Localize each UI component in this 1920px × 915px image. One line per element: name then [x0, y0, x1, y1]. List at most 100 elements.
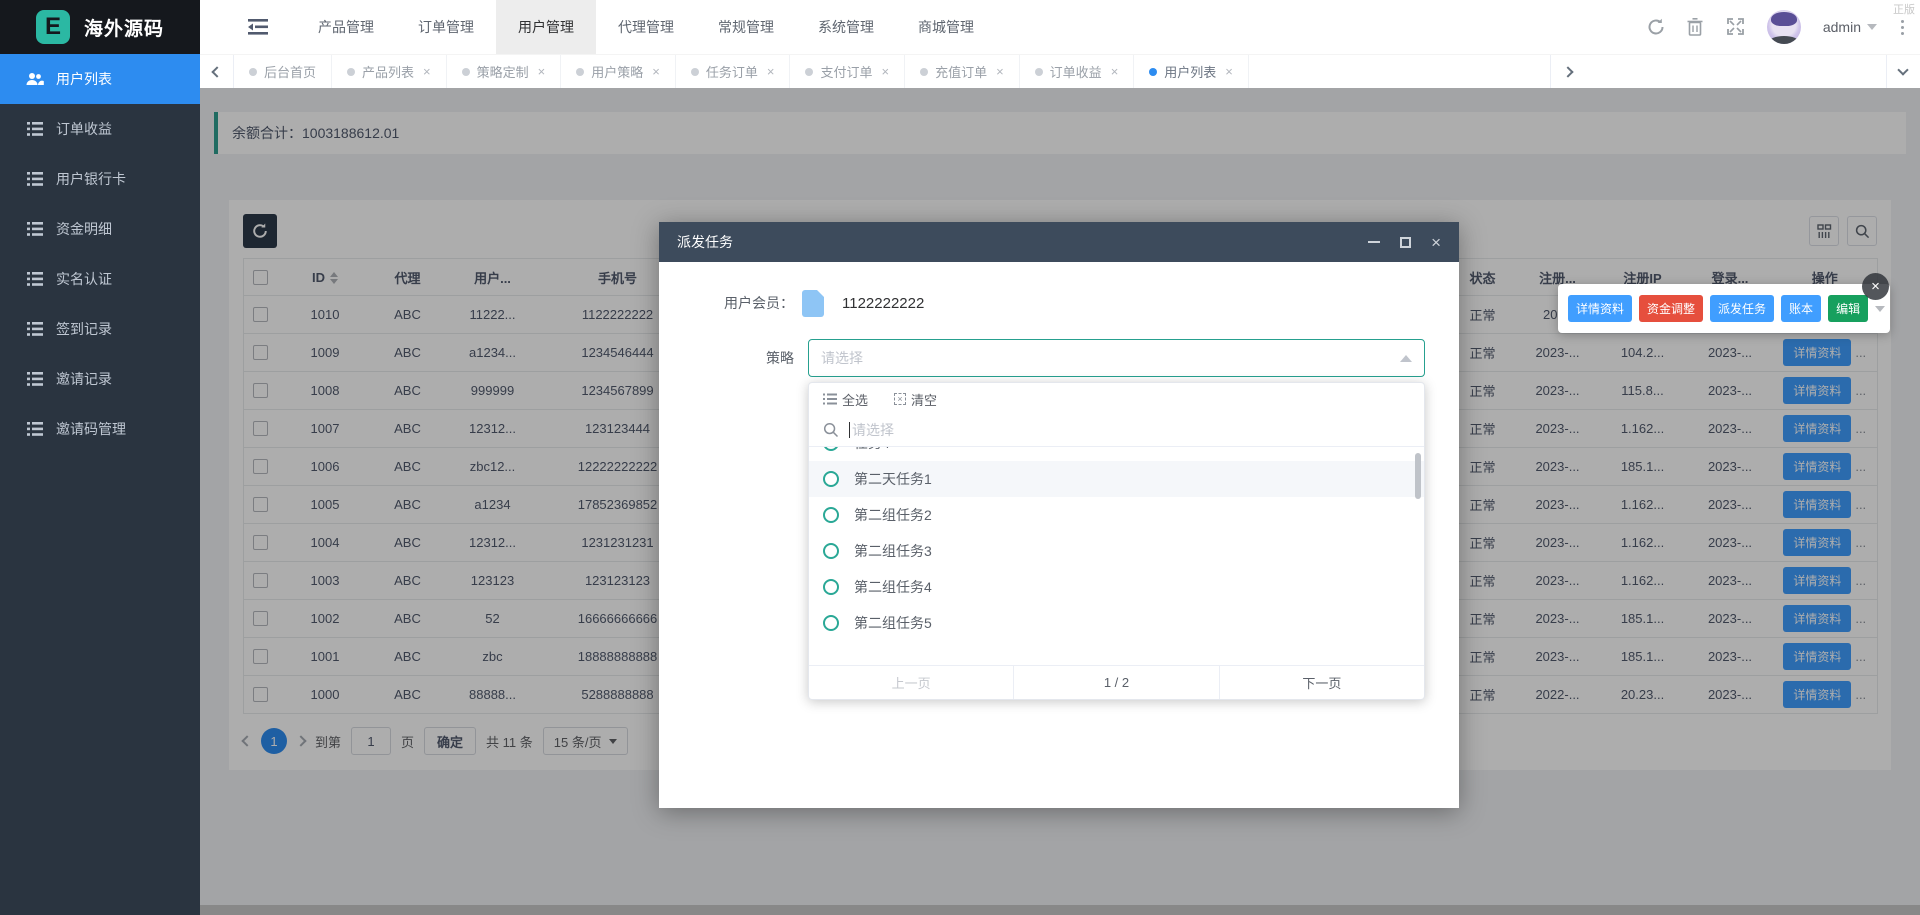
tab-close-icon[interactable]: ×: [1225, 64, 1233, 79]
dropdown-search[interactable]: 请选择: [809, 413, 1424, 447]
main-menu-item-label: 订单管理: [418, 17, 474, 37]
dropdown-pagination: 上一页 1 / 2 下一页: [809, 665, 1424, 699]
user-menu[interactable]: admin: [1823, 19, 1877, 35]
select-all-action[interactable]: 全选: [823, 390, 868, 409]
tabs-prev-button[interactable]: [200, 55, 234, 88]
detail-button[interactable]: 详情资料: [1568, 295, 1632, 322]
tab-label: 策略定制: [477, 62, 529, 81]
main-menu-item-label: 系统管理: [818, 17, 874, 37]
main-menu-item[interactable]: 代理管理: [596, 0, 696, 54]
tabs-next-button[interactable]: [1550, 55, 1584, 88]
tab-dot: [920, 68, 928, 76]
tab-dot: [249, 68, 257, 76]
main-menu-item[interactable]: 订单管理: [396, 0, 496, 54]
option-label: 第二组任务5: [854, 613, 932, 633]
dropdown-prev-button[interactable]: 上一页: [809, 666, 1014, 699]
dropdown-scrollbar[interactable]: [1415, 453, 1421, 499]
radio-icon[interactable]: [823, 543, 839, 559]
minimize-icon[interactable]: [1368, 241, 1380, 243]
sidebar: E 海外源码 用户列表 订单收益 用户银行卡 资金明细 实名认证: [0, 0, 200, 915]
avatar[interactable]: [1767, 10, 1801, 44]
radio-icon[interactable]: [823, 615, 839, 631]
edit-button[interactable]: 编辑: [1828, 295, 1868, 322]
tab-label: 任务订单: [706, 62, 758, 81]
modal-title: 派发任务: [677, 232, 733, 252]
modal-header: 派发任务 ×: [659, 222, 1459, 262]
option-item[interactable]: 第二天任务1: [809, 461, 1424, 497]
radio-icon[interactable]: [823, 471, 839, 487]
tab-item[interactable]: 策略定制 ×: [447, 55, 562, 88]
tab-close-icon[interactable]: ×: [1111, 64, 1119, 79]
option-item[interactable]: 第二组任务4: [809, 569, 1424, 605]
close-icon[interactable]: ×: [1431, 234, 1441, 251]
main-menu-item[interactable]: 常规管理: [696, 0, 796, 54]
main-menu-item[interactable]: 用户管理: [496, 0, 596, 54]
tab-item[interactable]: 订单收益 ×: [1020, 55, 1135, 88]
clear-icon: ×: [894, 393, 906, 405]
collapse-sidebar-icon[interactable]: [248, 19, 268, 35]
main-menu-item[interactable]: 产品管理: [296, 0, 396, 54]
radio-icon[interactable]: [823, 507, 839, 523]
tab-label: 产品列表: [362, 62, 414, 81]
option-label: 第二组任务3: [854, 541, 932, 561]
tab-close-icon[interactable]: ×: [538, 64, 546, 79]
option-item[interactable]: 第二组任务2: [809, 497, 1424, 533]
main-menu-item[interactable]: 商城管理: [896, 0, 996, 54]
ledger-button[interactable]: 账本: [1781, 295, 1821, 322]
option-item[interactable]: 第二组任务3: [809, 533, 1424, 569]
radio-icon[interactable]: [823, 447, 839, 451]
fund-adjust-button[interactable]: 资金调整: [1639, 295, 1703, 322]
tab-close-icon[interactable]: ×: [881, 64, 889, 79]
sidebar-item-label: 邀请码管理: [56, 419, 126, 439]
radio-icon[interactable]: [823, 579, 839, 595]
chevron-down-icon: [1867, 24, 1877, 30]
tab-item[interactable]: 任务订单 ×: [676, 55, 791, 88]
dropdown-next-button[interactable]: 下一页: [1220, 666, 1424, 699]
more-vertical-icon[interactable]: [1899, 18, 1906, 37]
tab-dot: [691, 68, 699, 76]
dropdown-page-indicator: 1 / 2: [1014, 666, 1219, 699]
tab-item[interactable]: 充值订单 ×: [905, 55, 1020, 88]
sidebar-item[interactable]: 邀请码管理: [0, 404, 200, 454]
tabbar: 后台首页 产品列表 × 策略定制 × 用户策略 × 任务订单 × 支付订单 × …: [200, 54, 1920, 88]
close-icon[interactable]: ×: [1862, 273, 1889, 300]
sidebar-item[interactable]: 签到记录: [0, 304, 200, 354]
sidebar-item[interactable]: 邀请记录: [0, 354, 200, 404]
sidebar-item[interactable]: 订单收益: [0, 104, 200, 154]
tab-item[interactable]: 用户策略 ×: [561, 55, 676, 88]
main-menu-item[interactable]: 系统管理: [796, 0, 896, 54]
refresh-icon[interactable]: [1647, 18, 1665, 36]
tab-close-icon[interactable]: ×: [767, 64, 775, 79]
tab-item[interactable]: 产品列表 ×: [332, 55, 447, 88]
main-menu-item-label: 常规管理: [718, 17, 774, 37]
tab-label: 用户列表: [1164, 62, 1216, 81]
main-menu-item-label: 商城管理: [918, 17, 974, 37]
fullscreen-icon[interactable]: [1727, 18, 1745, 36]
tab-close-icon[interactable]: ×: [652, 64, 660, 79]
tab-item[interactable]: 支付订单 ×: [790, 55, 905, 88]
strategy-select[interactable]: 请选择: [808, 339, 1425, 377]
trash-icon[interactable]: [1687, 18, 1705, 36]
option-item[interactable]: 第二组任务5: [809, 605, 1424, 641]
sidebar-item-label: 用户列表: [56, 69, 112, 89]
tab-item[interactable]: 用户列表 ×: [1134, 55, 1249, 88]
sidebar-item[interactable]: 实名认证: [0, 254, 200, 304]
tab-dot: [1149, 68, 1157, 76]
sidebar-item[interactable]: 用户列表: [0, 54, 200, 104]
tab-item[interactable]: 后台首页: [234, 55, 332, 88]
chevron-down-icon[interactable]: [1875, 306, 1885, 312]
sidebar-item-label: 邀请记录: [56, 369, 112, 389]
tab-close-icon[interactable]: ×: [423, 64, 431, 79]
sidebar-item[interactable]: 资金明细: [0, 204, 200, 254]
dispatch-task-button[interactable]: 派发任务: [1710, 295, 1774, 322]
tabs-menu-button[interactable]: [1886, 55, 1920, 88]
tab-close-icon[interactable]: ×: [996, 64, 1004, 79]
option-item[interactable]: 任务4: [809, 447, 1424, 461]
clear-action[interactable]: × 清空: [894, 390, 937, 409]
sidebar-item[interactable]: 用户银行卡: [0, 154, 200, 204]
main-menu-item-label: 代理管理: [618, 17, 674, 37]
file-icon: [802, 290, 824, 317]
main-menu-item-label: 产品管理: [318, 17, 374, 37]
maximize-icon[interactable]: [1400, 237, 1411, 248]
tab-label: 用户策略: [591, 62, 643, 81]
